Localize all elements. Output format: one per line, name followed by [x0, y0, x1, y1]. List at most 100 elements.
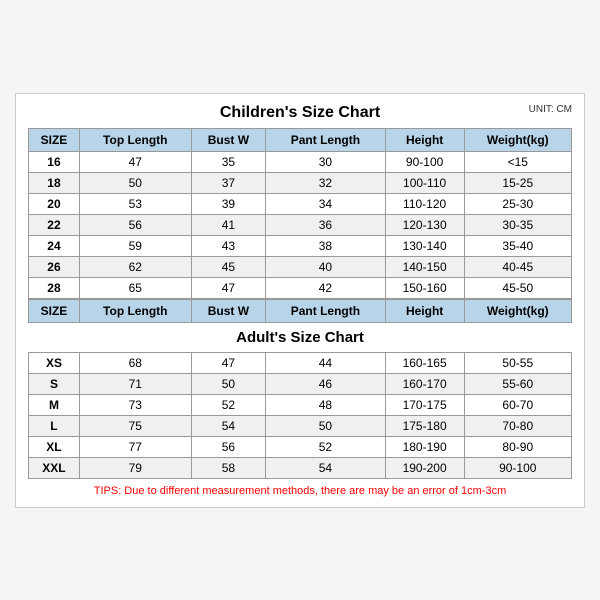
table-cell: 46	[266, 373, 386, 394]
table-cell: 24	[29, 235, 80, 256]
table-row: 20533934110-12025-30	[29, 193, 572, 214]
table-row: S715046160-17055-60	[29, 373, 572, 394]
table-row: XL775652180-19080-90	[29, 436, 572, 457]
table-cell: 36	[266, 214, 386, 235]
table-cell: 100-110	[385, 172, 464, 193]
table-cell: 62	[79, 256, 191, 277]
adult-col-pant-length: Pant Length	[266, 299, 386, 322]
table-cell: 59	[79, 235, 191, 256]
table-cell: 79	[79, 457, 191, 478]
adult-col-size: SIZE	[29, 299, 80, 322]
table-cell: 47	[79, 151, 191, 172]
table-cell: 70-80	[464, 415, 571, 436]
tips-text: TIPS: Due to different measurement metho…	[28, 485, 572, 497]
col-size: SIZE	[29, 128, 80, 151]
table-cell: 54	[191, 415, 266, 436]
table-cell: 50	[266, 415, 386, 436]
adult-col-top-length: Top Length	[79, 299, 191, 322]
adult-col-weight: Weight(kg)	[464, 299, 571, 322]
table-cell: 39	[191, 193, 266, 214]
table-row: 28654742150-16045-50	[29, 277, 572, 298]
adult-col-bust-w: Bust W	[191, 299, 266, 322]
table-cell: 110-120	[385, 193, 464, 214]
table-cell: 73	[79, 394, 191, 415]
table-cell: 56	[79, 214, 191, 235]
table-cell: 190-200	[385, 457, 464, 478]
table-cell: 90-100	[385, 151, 464, 172]
table-cell: 30	[266, 151, 386, 172]
unit-label: UNIT: CM	[529, 104, 572, 115]
table-row: 1647353090-100<15	[29, 151, 572, 172]
children-size-table: SIZE Top Length Bust W Pant Length Heigh…	[28, 128, 572, 299]
table-row: 26624540140-15040-45	[29, 256, 572, 277]
col-bust-w: Bust W	[191, 128, 266, 151]
table-cell: 52	[266, 436, 386, 457]
table-cell: 120-130	[385, 214, 464, 235]
table-cell: <15	[464, 151, 571, 172]
table-cell: 42	[266, 277, 386, 298]
title-row: Children's Size Chart UNIT: CM	[28, 104, 572, 122]
table-cell: 26	[29, 256, 80, 277]
table-cell: 50-55	[464, 352, 571, 373]
table-cell: L	[29, 415, 80, 436]
col-pant-length: Pant Length	[266, 128, 386, 151]
table-cell: 71	[79, 373, 191, 394]
table-row: 24594338130-14035-40	[29, 235, 572, 256]
table-cell: 54	[266, 457, 386, 478]
table-cell: 65	[79, 277, 191, 298]
table-cell: 25-30	[464, 193, 571, 214]
table-cell: 22	[29, 214, 80, 235]
table-cell: 35-40	[464, 235, 571, 256]
children-header-row: SIZE Top Length Bust W Pant Length Heigh…	[29, 128, 572, 151]
table-cell: 180-190	[385, 436, 464, 457]
table-cell: 28	[29, 277, 80, 298]
table-cell: M	[29, 394, 80, 415]
table-row: M735248170-17560-70	[29, 394, 572, 415]
adults-size-table: Adult's Size Chart SIZE Top Length Bust …	[28, 299, 572, 479]
table-row: 22564136120-13030-35	[29, 214, 572, 235]
table-cell: 15-25	[464, 172, 571, 193]
table-cell: 68	[79, 352, 191, 373]
table-cell: 38	[266, 235, 386, 256]
table-cell: 32	[266, 172, 386, 193]
table-cell: 45-50	[464, 277, 571, 298]
chart-container: Children's Size Chart UNIT: CM SIZE Top …	[15, 93, 585, 508]
table-cell: 18	[29, 172, 80, 193]
table-cell: 55-60	[464, 373, 571, 394]
table-row: XS684744160-16550-55	[29, 352, 572, 373]
chart-title: Children's Size Chart	[220, 104, 380, 122]
table-cell: 160-165	[385, 352, 464, 373]
table-cell: 50	[191, 373, 266, 394]
adults-title: Adult's Size Chart	[29, 322, 572, 352]
table-cell: 58	[191, 457, 266, 478]
table-row: XXL795854190-20090-100	[29, 457, 572, 478]
table-cell: 53	[79, 193, 191, 214]
table-cell: S	[29, 373, 80, 394]
table-cell: 48	[266, 394, 386, 415]
table-cell: 60-70	[464, 394, 571, 415]
table-cell: XL	[29, 436, 80, 457]
col-weight: Weight(kg)	[464, 128, 571, 151]
table-cell: 20	[29, 193, 80, 214]
table-row: 18503732100-11015-25	[29, 172, 572, 193]
col-height: Height	[385, 128, 464, 151]
table-cell: XXL	[29, 457, 80, 478]
table-cell: 41	[191, 214, 266, 235]
adults-title-row: Adult's Size Chart	[29, 322, 572, 352]
table-cell: 40	[266, 256, 386, 277]
table-cell: 47	[191, 277, 266, 298]
table-cell: 140-150	[385, 256, 464, 277]
table-cell: 47	[191, 352, 266, 373]
table-cell: 43	[191, 235, 266, 256]
table-cell: 175-180	[385, 415, 464, 436]
table-cell: XS	[29, 352, 80, 373]
table-cell: 80-90	[464, 436, 571, 457]
table-cell: 44	[266, 352, 386, 373]
table-cell: 40-45	[464, 256, 571, 277]
table-cell: 50	[79, 172, 191, 193]
table-cell: 150-160	[385, 277, 464, 298]
table-cell: 130-140	[385, 235, 464, 256]
table-cell: 77	[79, 436, 191, 457]
table-cell: 37	[191, 172, 266, 193]
table-cell: 56	[191, 436, 266, 457]
